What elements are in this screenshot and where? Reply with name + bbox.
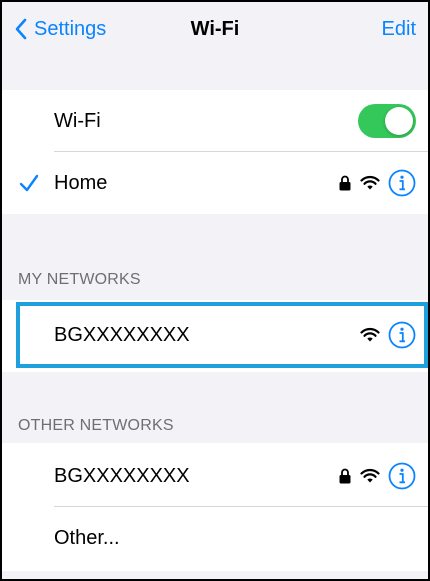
info-icon[interactable]: [388, 321, 416, 349]
network-status-icons: [360, 321, 416, 349]
lock-icon: [339, 175, 351, 191]
info-icon[interactable]: [388, 462, 416, 490]
other-networks-header: OTHER NETWORKS: [18, 417, 174, 434]
lock-icon: [339, 468, 351, 484]
network-status-icons: [338, 462, 416, 490]
connected-network-name: Home: [54, 172, 108, 194]
connected-network-row[interactable]: Home: [2, 152, 428, 214]
network-status-icons: [338, 169, 416, 197]
edit-button[interactable]: Edit: [382, 14, 416, 44]
my-network-row[interactable]: BGXXXXXXXX: [2, 304, 428, 366]
other-network-row[interactable]: BGXXXXXXXX: [2, 445, 428, 507]
other-networks-group: BGXXXXXXXX Other...: [2, 443, 428, 571]
other-network-name: BGXXXXXXXX: [54, 465, 190, 487]
wifi-toggle-row: Wi-Fi: [2, 90, 428, 152]
wifi-signal-icon: [360, 468, 380, 483]
my-networks-header: MY NETWORKS: [18, 271, 141, 288]
checkmark-icon: [19, 174, 39, 192]
my-networks-group: BGXXXXXXXX: [2, 300, 428, 372]
wifi-label: Wi-Fi: [54, 110, 101, 132]
wifi-toggle[interactable]: [358, 104, 416, 138]
wifi-signal-icon: [360, 327, 380, 342]
info-icon[interactable]: [388, 169, 416, 197]
other-label: Other...: [54, 527, 120, 549]
navigation-bar: Settings Wi-Fi Edit: [2, 2, 428, 54]
my-network-name: BGXXXXXXXX: [54, 324, 190, 346]
other-join-row[interactable]: Other...: [2, 507, 428, 569]
toggle-knob: [385, 107, 413, 135]
wifi-group: Wi-Fi Home: [2, 90, 428, 214]
wifi-settings-screen: Settings Wi-Fi Edit Wi-Fi Home MY NETWOR…: [0, 0, 430, 581]
wifi-signal-icon: [360, 175, 380, 190]
page-title: Wi-Fi: [190, 18, 240, 40]
